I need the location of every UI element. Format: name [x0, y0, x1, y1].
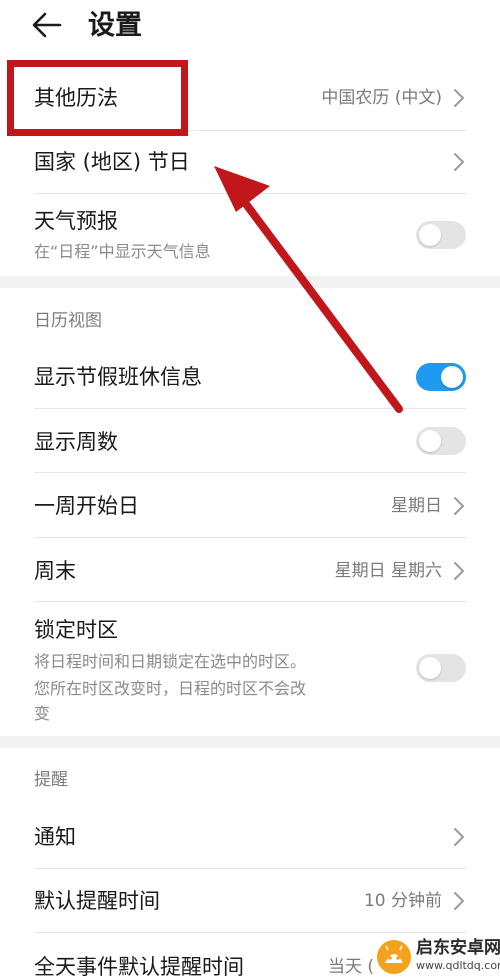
back-button[interactable]	[30, 8, 70, 44]
section-label-reminders: 提醒	[34, 770, 68, 790]
show-holiday-info-row[interactable]: 显示节假班休信息	[34, 345, 466, 408]
weather-toggle[interactable]	[416, 221, 466, 249]
settings-screen: 设置 其他历法 中国农历 (中文) 国家 (地区) 节日 天气预报 在“日程”中…	[0, 0, 500, 979]
show-holiday-info-label: 显示节假班休信息	[34, 365, 202, 389]
national-holidays-label: 国家 (地区) 节日	[34, 150, 190, 174]
watermark-url: www.qdltdq.com	[416, 959, 500, 972]
weekend-row[interactable]: 周末 星期日 星期六	[34, 538, 466, 601]
toggle-knob	[441, 366, 463, 388]
chevron-right-icon	[452, 495, 466, 517]
notifications-row[interactable]: 通知	[34, 805, 466, 868]
chevron-right-icon	[452, 826, 466, 848]
watermark-logo-icon	[377, 940, 411, 974]
show-week-numbers-row[interactable]: 显示周数	[34, 409, 466, 472]
show-week-numbers-label: 显示周数	[34, 430, 118, 454]
watermark: 启东安卓网 www.qdltdq.com	[372, 935, 500, 979]
show-holiday-info-toggle[interactable]	[416, 363, 466, 391]
national-holidays-row[interactable]: 国家 (地区) 节日	[34, 131, 466, 193]
week-start-label: 一周开始日	[34, 494, 139, 518]
lock-timezone-description-line: 变	[34, 704, 51, 723]
section-gap	[0, 276, 500, 288]
default-reminder-time-value: 10 分钟前	[363, 891, 442, 911]
default-reminder-time-label: 默认提醒时间	[34, 889, 160, 913]
chevron-right-icon	[452, 560, 466, 582]
allday-reminder-time-label: 全天事件默认提醒时间	[34, 955, 244, 979]
page-title: 设置	[88, 10, 142, 41]
section-label-calendar-view: 日历视图	[34, 311, 102, 331]
other-calendar-value: 中国农历 (中文)	[321, 88, 442, 108]
default-reminder-time-row[interactable]: 默认提醒时间 10 分钟前	[34, 869, 466, 932]
week-start-row[interactable]: 一周开始日 星期日	[34, 473, 466, 537]
lock-timezone-description-line: 将日程时间和日期锁定在选中的时区。	[34, 652, 307, 671]
chevron-right-icon	[452, 890, 466, 912]
lock-timezone-label: 锁定时区	[34, 618, 118, 642]
lock-timezone-toggle[interactable]	[416, 654, 466, 682]
lock-timezone-description-line: 您所在时区改变时，日程的时区不会改	[34, 679, 307, 698]
toggle-knob	[419, 430, 441, 452]
allday-reminder-time-value: 当天 (	[327, 957, 374, 977]
notifications-label: 通知	[34, 825, 76, 849]
weekend-value: 星期日 星期六	[334, 561, 442, 581]
weather-row[interactable]: 天气预报 在“日程”中显示天气信息	[34, 194, 466, 274]
toggle-knob	[419, 224, 441, 246]
toggle-knob	[419, 657, 441, 679]
weather-label: 天气预报	[34, 209, 118, 233]
chevron-right-icon	[452, 151, 466, 173]
week-start-value: 星期日	[391, 496, 442, 516]
watermark-name: 启东安卓网	[416, 938, 500, 958]
back-arrow-icon	[32, 12, 62, 38]
section-gap	[0, 736, 500, 748]
annotation-highlight-box	[7, 60, 188, 136]
weekend-label: 周末	[34, 559, 76, 583]
lock-timezone-row[interactable]: 锁定时区 将日程时间和日期锁定在选中的时区。 您所在时区改变时，日程的时区不会改…	[34, 602, 466, 734]
show-week-numbers-toggle[interactable]	[416, 427, 466, 455]
chevron-right-icon	[452, 87, 466, 109]
weather-description: 在“日程”中显示天气信息	[34, 242, 211, 261]
app-bar: 设置	[0, 0, 500, 56]
